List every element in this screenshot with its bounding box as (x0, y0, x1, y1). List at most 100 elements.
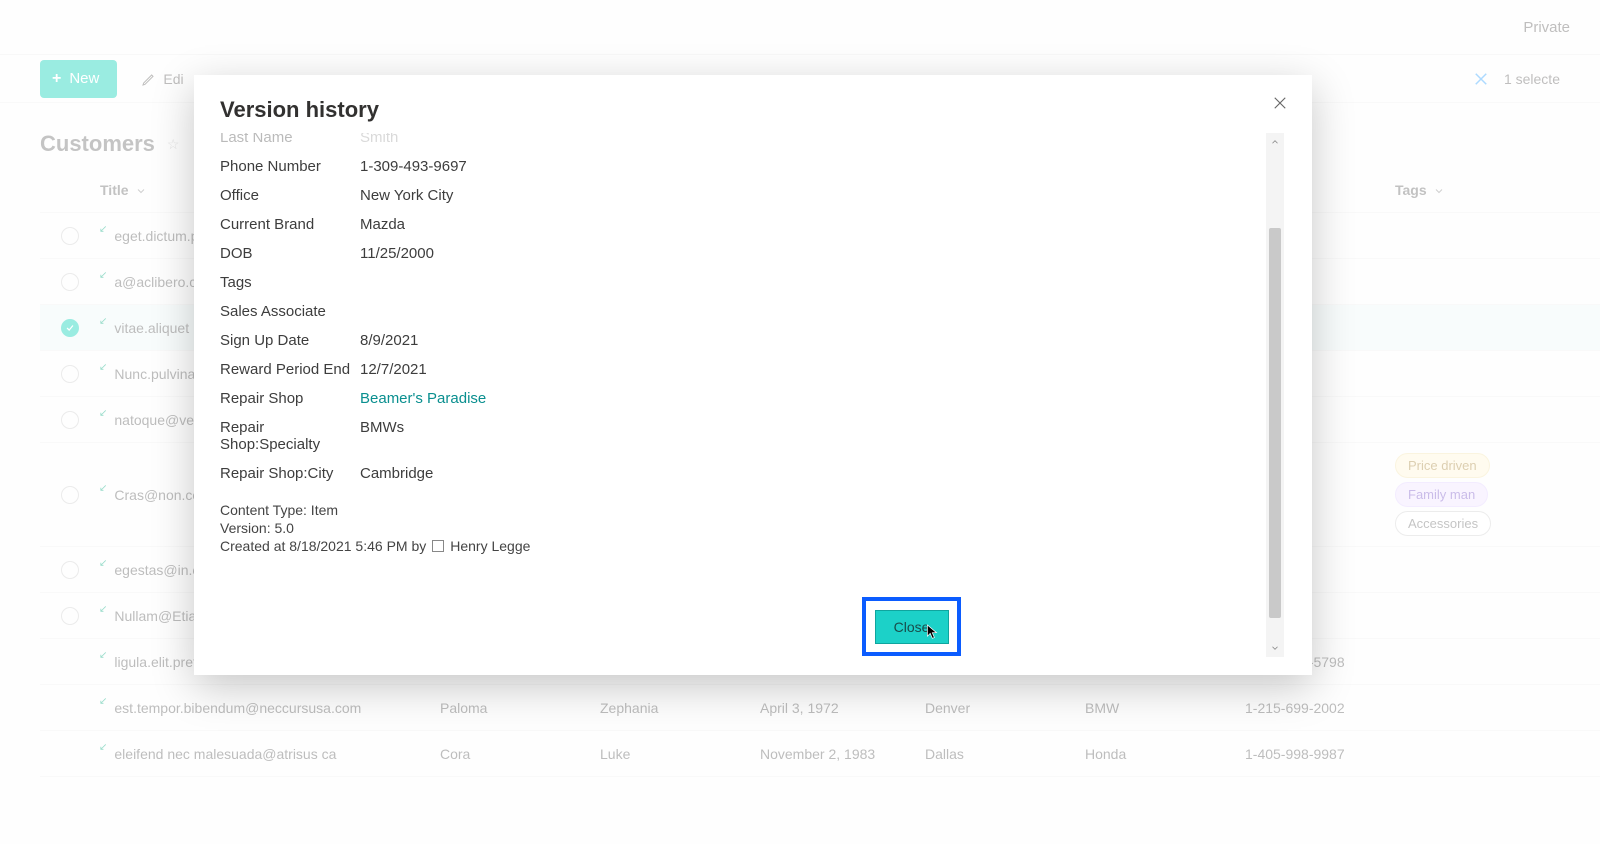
field-label: Sign Up Date (220, 332, 360, 349)
tag-chip[interactable]: Accessories (1395, 511, 1491, 536)
field-row: Phone Number1-309-493-9697 (220, 152, 1266, 181)
cell-first: Cora (440, 746, 600, 762)
field-label: Office (220, 187, 360, 204)
field-row: Repair Shop:SpecialtyBMWs (220, 413, 1266, 459)
field-row: Repair Shop:CityCambridge (220, 459, 1266, 488)
row-title[interactable]: ↙est.tempor.bibendum@neccursusa.com (100, 700, 440, 716)
field-row: Last NameSmith (220, 133, 1266, 152)
dialog-close-button[interactable] (1266, 89, 1294, 117)
field-value: Smith (360, 133, 398, 146)
chevron-down-icon (135, 184, 147, 196)
column-header-tags-label: Tags (1395, 182, 1427, 198)
cell-phone: 1-405-998-9987 (1245, 746, 1395, 762)
row-select[interactable] (40, 486, 100, 504)
private-label: Private (1523, 19, 1570, 36)
created-by-name: Henry Legge (450, 538, 530, 554)
field-label: Sales Associate (220, 303, 360, 320)
content-type-line: Content Type: Item (220, 502, 1266, 518)
pencil-icon (141, 71, 157, 87)
version-details: Last NameSmithPhone Number1-309-493-9697… (220, 133, 1266, 657)
column-header-title-label: Title (100, 182, 129, 198)
field-row: Tags (220, 268, 1266, 297)
cell-office: Dallas (925, 746, 1085, 762)
scroll-thumb[interactable] (1269, 228, 1281, 618)
cell-dob: April 3, 1972 (760, 700, 925, 716)
row-select[interactable] (40, 365, 100, 383)
field-row: DOB11/25/2000 (220, 239, 1266, 268)
close-button[interactable]: Close (875, 610, 949, 644)
row-select[interactable] (40, 411, 100, 429)
new-button-label: New (69, 70, 99, 87)
field-label: Repair Shop:Specialty (220, 419, 360, 453)
row-select[interactable] (40, 319, 100, 337)
dialog-title: Version history (220, 97, 1284, 123)
plus-icon: + (52, 70, 61, 88)
field-label: Current Brand (220, 216, 360, 233)
edit-button-label: Edi (163, 71, 183, 87)
field-value: 11/25/2000 (360, 245, 434, 262)
field-row: OfficeNew York City (220, 181, 1266, 210)
cell-last: Zephania (600, 700, 760, 716)
column-header-tags[interactable]: Tags (1395, 182, 1600, 198)
field-label: Last Name (220, 133, 360, 146)
field-value: New York City (360, 187, 453, 204)
created-by-line: Created at 8/18/2021 5:46 PM by Henry Le… (220, 538, 1266, 554)
edit-button[interactable]: Edi (141, 71, 183, 87)
field-row: Sales Associate (220, 297, 1266, 326)
field-value: Mazda (360, 216, 405, 233)
cell-brand: Honda (1085, 746, 1245, 762)
cell-brand: BMW (1085, 700, 1245, 716)
clear-selection-button[interactable] (1468, 66, 1494, 92)
row-select[interactable] (40, 607, 100, 625)
created-prefix: Created at 8/18/2021 5:46 PM by (220, 538, 426, 554)
cell-dob: November 2, 1983 (760, 746, 925, 762)
close-icon (1472, 70, 1490, 88)
tag-chip[interactable]: Family man (1395, 482, 1488, 507)
field-value-link[interactable]: Beamer's Paradise (360, 390, 486, 407)
scroll-down-arrow-icon[interactable] (1266, 639, 1284, 657)
field-value: 1-309-493-9697 (360, 158, 467, 175)
field-label: Repair Shop:City (220, 465, 360, 482)
field-label: Phone Number (220, 158, 360, 175)
tag-chip[interactable]: Price driven (1395, 453, 1490, 478)
cell-first: Paloma (440, 700, 600, 716)
cell-phone: 1-215-699-2002 (1245, 700, 1395, 716)
field-row: Repair ShopBeamer's Paradise (220, 384, 1266, 413)
field-value: 8/9/2021 (360, 332, 418, 349)
field-label: Repair Shop (220, 390, 360, 407)
field-label: Reward Period End (220, 361, 360, 378)
close-icon (1271, 94, 1289, 112)
selection-count-label: 1 selecte (1504, 71, 1560, 87)
cursor-icon (926, 623, 940, 641)
favorite-star-icon[interactable]: ☆ (167, 136, 180, 153)
scroll-up-arrow-icon[interactable] (1266, 133, 1284, 151)
field-value: 12/7/2021 (360, 361, 427, 378)
version-metadata: Content Type: Item Version: 5.0 Created … (220, 502, 1266, 554)
row-select[interactable] (40, 227, 100, 245)
table-row[interactable]: ↙eleifend nec malesuada@atrisus caCoraLu… (40, 731, 1600, 777)
new-button[interactable]: + New (40, 60, 117, 98)
chevron-down-icon (1433, 184, 1445, 196)
field-value: Cambridge (360, 465, 433, 482)
cell-last: Luke (600, 746, 760, 762)
field-label: Tags (220, 274, 360, 291)
row-select[interactable] (40, 561, 100, 579)
top-bar: Private (0, 0, 1600, 55)
row-select[interactable] (40, 273, 100, 291)
close-button-label: Close (894, 619, 930, 635)
field-row: Sign Up Date8/9/2021 (220, 326, 1266, 355)
version-line: Version: 5.0 (220, 520, 1266, 536)
row-tags: Price driven Family man Accessories (1395, 451, 1600, 538)
cell-office: Denver (925, 700, 1085, 716)
close-button-highlight: Close (862, 597, 961, 656)
scrollbar[interactable] (1266, 133, 1284, 657)
version-history-dialog: Version history Last NameSmithPhone Numb… (194, 75, 1312, 675)
field-row: Reward Period End12/7/2021 (220, 355, 1266, 384)
row-title[interactable]: ↙eleifend nec malesuada@atrisus ca (100, 746, 440, 762)
field-value: BMWs (360, 419, 404, 453)
user-box-icon (432, 540, 444, 552)
table-row[interactable]: ↙est.tempor.bibendum@neccursusa.comPalom… (40, 685, 1600, 731)
selection-count: 1 selecte (1468, 66, 1560, 92)
field-row: Current BrandMazda (220, 210, 1266, 239)
field-label: DOB (220, 245, 360, 262)
